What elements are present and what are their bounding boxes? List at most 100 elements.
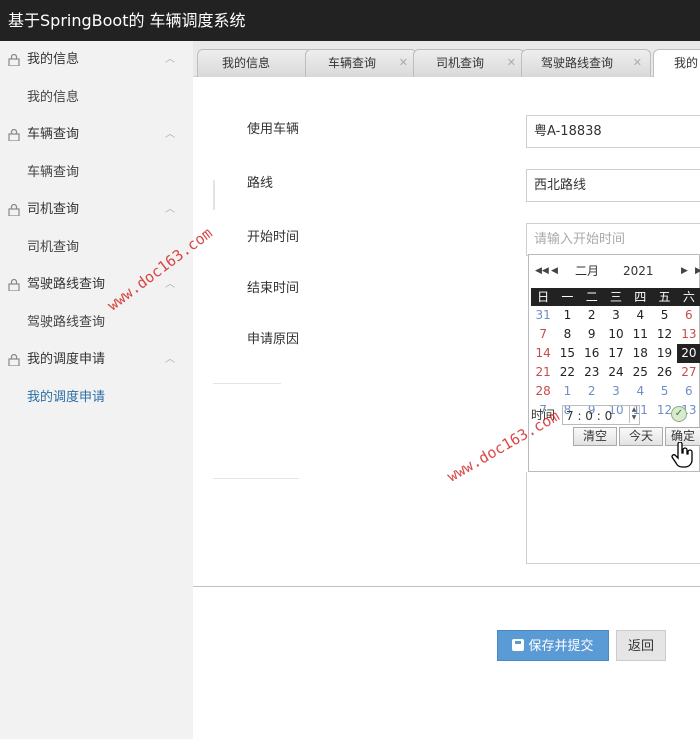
weekday-label: 三	[609, 290, 622, 304]
date-cell[interactable]: 4	[628, 306, 652, 325]
back-button[interactable]: 返回	[616, 630, 666, 661]
chevron-up-icon[interactable]: ︿	[165, 41, 175, 79]
weekday-label: 四	[634, 290, 647, 304]
sidebar-group-driver[interactable]: 司机查询 ︿	[0, 191, 193, 229]
date-cell[interactable]: 6	[677, 382, 700, 401]
lock-icon	[8, 354, 20, 366]
chevron-up-icon[interactable]: ︿	[165, 191, 175, 229]
weekday-label: 六	[682, 290, 695, 304]
week-row: 28 1 2 3 4 5 6	[531, 382, 700, 401]
week-row: 31 1 2 3 4 5 6	[531, 306, 700, 325]
date-cell[interactable]: 7	[531, 325, 555, 344]
prev-month-icon[interactable]: ◀	[551, 255, 558, 287]
hand-cursor-icon	[671, 442, 693, 468]
date-cell[interactable]: 15	[555, 344, 579, 363]
date-cell[interactable]: 19	[652, 344, 676, 363]
date-cell[interactable]: 2	[580, 306, 604, 325]
date-cell[interactable]: 6	[677, 306, 700, 325]
sidebar-group-dispatch[interactable]: 我的调度申请 ︿	[0, 341, 193, 379]
app-title: 基于SpringBoot的 车辆调度系统	[8, 11, 246, 30]
date-cell[interactable]: 9	[580, 325, 604, 344]
sidebar-group-my-info[interactable]: 我的信息 ︿	[0, 41, 193, 79]
clear-button[interactable]: 清空	[573, 427, 617, 446]
sidebar: 我的信息 ︿ 我的信息 车辆查询 ︿ 车辆查询 司机查询 ︿ 司机查询 驾驶路线…	[0, 41, 193, 739]
chevron-up-icon[interactable]: ︿	[165, 341, 175, 379]
year-select[interactable]: 2021	[623, 255, 654, 287]
date-picker: ◀◀ ◀ 二月 2021 ▶ ▶ 日 一 二 三 四 五 六 31 1 2 3 …	[528, 254, 700, 472]
time-spinner[interactable]: ▲ ▼	[629, 406, 638, 423]
save-submit-button[interactable]: 保存并提交	[497, 630, 609, 661]
weekday-label: 日	[537, 290, 550, 304]
date-cell[interactable]: 25	[628, 363, 652, 382]
tab-driver[interactable]: 司机查询 ✕	[413, 49, 525, 77]
date-cell-selected[interactable]: 20	[676, 344, 700, 363]
date-cell[interactable]: 11	[628, 325, 652, 344]
date-cell[interactable]: 24	[604, 363, 628, 382]
date-cell[interactable]: 23	[580, 363, 604, 382]
tab-route[interactable]: 驾驶路线查询 ✕	[521, 49, 651, 77]
month-select[interactable]: 二月	[575, 255, 599, 287]
close-icon[interactable]: ✕	[399, 50, 408, 76]
sidebar-item-route[interactable]: 驾驶路线查询	[0, 304, 193, 341]
start-time-label: 开始时间	[247, 230, 300, 245]
sidebar-group-label: 车辆查询	[27, 127, 80, 142]
next-month-icon[interactable]: ▶	[681, 255, 688, 287]
route-label: 路线	[247, 176, 274, 191]
tab-bar: 我的信息 车辆查询 ✕ 司机查询 ✕ 驾驶路线查询 ✕ 我的	[193, 41, 700, 77]
date-cell[interactable]: 31	[531, 306, 555, 325]
sidebar-group-vehicle[interactable]: 车辆查询 ︿	[0, 116, 193, 154]
divider	[213, 180, 215, 210]
date-cell[interactable]: 2	[580, 382, 604, 401]
date-cell[interactable]: 22	[555, 363, 579, 382]
start-time-input[interactable]: 请输入开始时间	[526, 223, 700, 256]
date-cell[interactable]: 8	[555, 325, 579, 344]
lock-icon	[8, 129, 20, 141]
date-cell[interactable]: 17	[604, 344, 628, 363]
date-cell[interactable]: 10	[604, 325, 628, 344]
close-icon[interactable]: ✕	[507, 50, 516, 76]
route-input[interactable]: 西北路线	[526, 169, 700, 202]
date-cell[interactable]: 3	[604, 382, 628, 401]
weekday-row: 日 一 二 三 四 五 六	[531, 288, 700, 306]
end-time-label: 结束时间	[247, 281, 300, 296]
date-cell[interactable]: 13	[677, 325, 700, 344]
main-content: 使用车辆 粤A-18838 路线 西北路线 开始时间 请输入开始时间 结束时间 …	[193, 78, 700, 739]
sidebar-item-dispatch[interactable]: 我的调度申请	[0, 379, 193, 416]
date-cell[interactable]: 21	[531, 363, 555, 382]
date-cell[interactable]: 1	[555, 382, 579, 401]
date-cell[interactable]: 16	[580, 344, 604, 363]
next-year-icon[interactable]: ▶	[695, 255, 700, 287]
date-cell[interactable]: 4	[628, 382, 652, 401]
weekday-label: 一	[561, 290, 574, 304]
week-row: 7 8 9 10 11 12 13	[531, 325, 700, 344]
date-cell[interactable]: 18	[628, 344, 652, 363]
lock-icon	[8, 279, 20, 291]
date-cell[interactable]: 12	[652, 325, 676, 344]
today-button[interactable]: 今天	[619, 427, 663, 446]
date-cell[interactable]: 14	[531, 344, 555, 363]
reason-label: 申请原因	[247, 332, 300, 347]
chevron-up-icon[interactable]: ︿	[165, 116, 175, 154]
tab-vehicle[interactable]: 车辆查询 ✕	[305, 49, 417, 77]
date-cell[interactable]: 5	[652, 306, 676, 325]
date-cell[interactable]: 27	[677, 363, 700, 382]
date-cell[interactable]: 26	[652, 363, 676, 382]
date-cell[interactable]: 3	[604, 306, 628, 325]
prev-year-icon[interactable]: ◀◀	[535, 255, 549, 287]
tab-my-info[interactable]: 我的信息	[197, 49, 313, 77]
sidebar-group-label: 我的调度申请	[27, 352, 106, 367]
date-cell[interactable]: 5	[652, 382, 676, 401]
weekday-label: 五	[658, 290, 671, 304]
close-icon[interactable]: ✕	[633, 50, 642, 76]
date-cell[interactable]: 1	[555, 306, 579, 325]
divider	[213, 383, 281, 384]
sidebar-item-my-info[interactable]: 我的信息	[0, 79, 193, 116]
sidebar-item-vehicle[interactable]: 车辆查询	[0, 154, 193, 191]
reason-textarea[interactable]	[526, 472, 700, 564]
date-cell[interactable]: 28	[531, 382, 555, 401]
vehicle-input[interactable]: 粤A-18838	[526, 115, 700, 148]
sidebar-group-label: 我的信息	[27, 52, 80, 67]
weekday-label: 二	[585, 290, 598, 304]
confirm-time-icon[interactable]: ✓	[671, 406, 687, 422]
tab-my-dispatch[interactable]: 我的	[653, 49, 700, 77]
